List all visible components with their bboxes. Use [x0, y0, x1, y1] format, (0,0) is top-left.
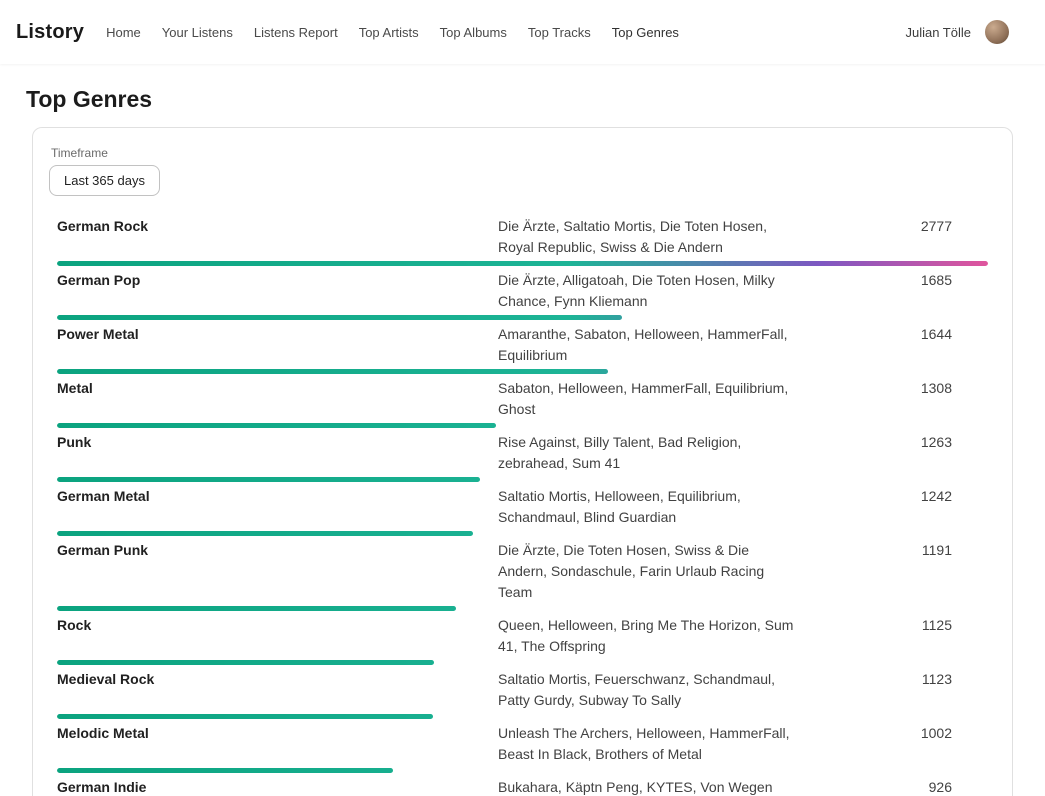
page-title: Top Genres — [26, 86, 1019, 113]
genre-name: German Rock — [57, 216, 498, 258]
genre-artists: Die Ärzte, Alligatoah, Die Toten Hosen, … — [498, 270, 810, 312]
timeframe-filter: Timeframe Last 365 days — [49, 146, 996, 196]
genre-artists: Rise Against, Billy Talent, Bad Religion… — [498, 432, 810, 474]
genre-bar — [57, 714, 433, 719]
genre-row: German Metal Saltatio Mortis, Helloween,… — [49, 482, 996, 536]
page-content: Top Genres Timeframe Last 365 days Germa… — [0, 64, 1045, 796]
genre-count: 926 — [810, 777, 988, 796]
genre-bar — [57, 606, 456, 611]
genre-bar-fill — [57, 531, 473, 536]
nav-item-top-tracks[interactable]: Top Tracks — [528, 25, 591, 40]
app-logo[interactable]: Listory — [16, 21, 84, 44]
genre-name: German Punk — [57, 540, 498, 603]
genre-row: Medieval Rock Saltatio Mortis, Feuerschw… — [49, 665, 996, 719]
genre-count: 1644 — [810, 324, 988, 366]
genre-bar — [57, 261, 988, 266]
genre-count: 1123 — [810, 669, 988, 711]
genre-artists: Bukahara, Käptn Peng, KYTES, Von Wegen L… — [498, 777, 810, 796]
genre-bar-fill — [57, 423, 496, 428]
genre-bar — [57, 477, 480, 482]
genre-bar-fill — [57, 315, 622, 320]
genre-name: Rock — [57, 615, 498, 657]
nav-item-top-genres[interactable]: Top Genres — [612, 25, 679, 40]
genre-bar — [57, 423, 496, 428]
genre-artists: Saltatio Mortis, Helloween, Equilibrium,… — [498, 486, 810, 528]
genre-name: German Indie — [57, 777, 498, 796]
genre-row: Power Metal Amaranthe, Sabaton, Hellowee… — [49, 320, 996, 374]
nav-item-top-artists[interactable]: Top Artists — [359, 25, 419, 40]
genre-name: German Pop — [57, 270, 498, 312]
genre-artists: Queen, Helloween, Bring Me The Horizon, … — [498, 615, 810, 657]
genre-artists: Sabaton, Helloween, HammerFall, Equilibr… — [498, 378, 810, 420]
genre-row: Melodic Metal Unleash The Archers, Hello… — [49, 719, 996, 773]
nav-item-listens-report[interactable]: Listens Report — [254, 25, 338, 40]
top-genres-card: Timeframe Last 365 days German Rock Die … — [32, 127, 1013, 796]
genre-count: 1242 — [810, 486, 988, 528]
genre-name: Medieval Rock — [57, 669, 498, 711]
genre-name: Power Metal — [57, 324, 498, 366]
timeframe-label: Timeframe — [51, 146, 996, 160]
avatar[interactable] — [985, 20, 1009, 44]
genre-table: German Rock Die Ärzte, Saltatio Mortis, … — [49, 212, 996, 796]
timeframe-select[interactable]: Last 365 days — [49, 165, 160, 196]
genre-row: German Pop Die Ärzte, Alligatoah, Die To… — [49, 266, 996, 320]
genre-row: Metal Sabaton, Helloween, HammerFall, Eq… — [49, 374, 996, 428]
genre-artists: Die Ärzte, Die Toten Hosen, Swiss & Die … — [498, 540, 810, 603]
genre-artists: Saltatio Mortis, Feuerschwanz, Schandmau… — [498, 669, 810, 711]
genre-row: German Punk Die Ärzte, Die Toten Hosen, … — [49, 536, 996, 611]
genre-count: 1685 — [810, 270, 988, 312]
genre-name: Punk — [57, 432, 498, 474]
genre-name: Melodic Metal — [57, 723, 498, 765]
genre-bar — [57, 768, 393, 773]
nav-item-top-albums[interactable]: Top Albums — [440, 25, 507, 40]
nav-item-home[interactable]: Home — [106, 25, 141, 40]
genre-bar — [57, 315, 622, 320]
genre-artists: Unleash The Archers, Helloween, HammerFa… — [498, 723, 810, 765]
genre-row: Punk Rise Against, Billy Talent, Bad Rel… — [49, 428, 996, 482]
genre-count: 1263 — [810, 432, 988, 474]
genre-artists: Die Ärzte, Saltatio Mortis, Die Toten Ho… — [498, 216, 810, 258]
genre-bar-fill — [57, 261, 988, 266]
user-menu[interactable]: Julian Tölle — [905, 20, 1009, 44]
genre-name: German Metal — [57, 486, 498, 528]
genre-bar — [57, 660, 434, 665]
genre-name: Metal — [57, 378, 498, 420]
genre-count: 1308 — [810, 378, 988, 420]
user-name: Julian Tölle — [905, 25, 971, 40]
genre-row: German Rock Die Ärzte, Saltatio Mortis, … — [49, 212, 996, 266]
genre-bar-fill — [57, 369, 608, 374]
genre-bar-fill — [57, 768, 393, 773]
nav-item-your-listens[interactable]: Your Listens — [162, 25, 233, 40]
genre-bar-fill — [57, 477, 480, 482]
genre-row: German Indie Bukahara, Käptn Peng, KYTES… — [49, 773, 996, 796]
app-bar: Listory Home Your Listens Listens Report To… — [0, 0, 1045, 64]
genre-bar — [57, 369, 608, 374]
genre-count: 1191 — [810, 540, 988, 603]
main-nav: Home Your Listens Listens Report Top Artist… — [106, 25, 679, 40]
genre-bar — [57, 531, 473, 536]
genre-bar-fill — [57, 606, 456, 611]
genre-count: 2777 — [810, 216, 988, 258]
genre-count: 1125 — [810, 615, 988, 657]
genre-count: 1002 — [810, 723, 988, 765]
genre-bar-fill — [57, 714, 433, 719]
timeframe-value: Last 365 days — [64, 173, 145, 188]
genre-artists: Amaranthe, Sabaton, Helloween, HammerFal… — [498, 324, 810, 366]
genre-row: Rock Queen, Helloween, Bring Me The Hori… — [49, 611, 996, 665]
genre-bar-fill — [57, 660, 434, 665]
